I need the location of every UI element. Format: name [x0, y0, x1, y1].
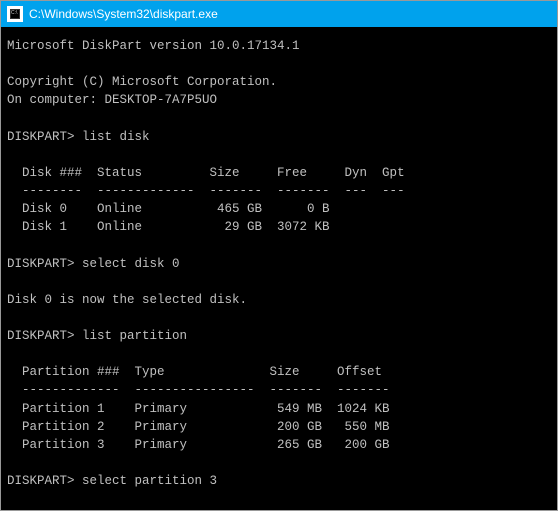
partition-row-1: Partition 2 Primary 200 GB 550 MB	[7, 420, 390, 434]
version-line: Microsoft DiskPart version 10.0.17134.1	[7, 39, 300, 53]
partition-row-2: Partition 3 Primary 265 GB 200 GB	[7, 438, 390, 452]
prompt-select-partition: DISKPART> select partition 3	[7, 474, 217, 488]
disk-table-divider: -------- ------------- ------- ------- -…	[7, 184, 405, 198]
disk-table-header: Disk ### Status Size Free Dyn Gpt	[7, 166, 405, 180]
partition-table-divider: ------------- ---------------- ------- -…	[7, 383, 390, 397]
terminal-output[interactable]: Microsoft DiskPart version 10.0.17134.1 …	[1, 27, 557, 510]
console-window: C:\Windows\System32\diskpart.exe Microso…	[0, 0, 558, 511]
copyright-line: Copyright (C) Microsoft Corporation.	[7, 75, 277, 89]
prompt-select-disk: DISKPART> select disk 0	[7, 257, 180, 271]
msg-disk-selected: Disk 0 is now the selected disk.	[7, 293, 247, 307]
partition-row-0: Partition 1 Primary 549 MB 1024 KB	[7, 402, 390, 416]
window-title: C:\Windows\System32\diskpart.exe	[29, 7, 218, 21]
computer-line: On computer: DESKTOP-7A7P5UO	[7, 93, 217, 107]
partition-table-header: Partition ### Type Size Offset	[7, 365, 382, 379]
disk-row-1: Disk 1 Online 29 GB 3072 KB	[7, 220, 330, 234]
disk-row-0: Disk 0 Online 465 GB 0 B	[7, 202, 330, 216]
app-icon	[7, 6, 23, 22]
titlebar[interactable]: C:\Windows\System32\diskpart.exe	[1, 1, 557, 27]
prompt-list-disk: DISKPART> list disk	[7, 130, 150, 144]
prompt-list-partition: DISKPART> list partition	[7, 329, 187, 343]
